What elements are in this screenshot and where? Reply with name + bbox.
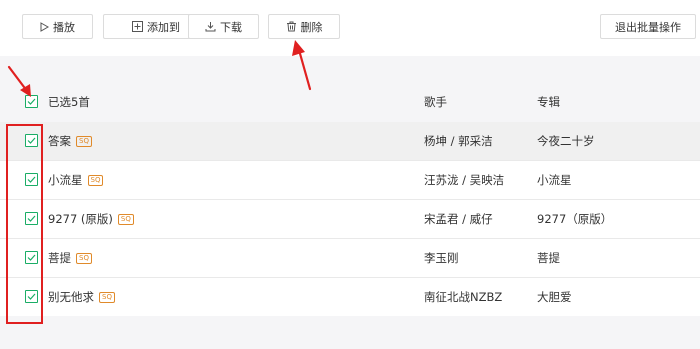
song-artist[interactable]: 李玉刚 — [424, 239, 459, 277]
song-artist[interactable]: 南征北战NZBZ — [424, 278, 502, 316]
table-row[interactable]: 别无他求 SQ 南征北战NZBZ 大胆爱 — [0, 278, 700, 316]
download-icon — [205, 21, 216, 32]
sq-badge: SQ — [87, 174, 104, 186]
sq-badge: SQ — [99, 291, 115, 303]
download-button[interactable]: 下载 — [188, 14, 259, 39]
sq-badge: SQ — [117, 213, 134, 225]
annotation-box — [6, 124, 43, 324]
song-album[interactable]: 大胆爱 — [537, 278, 572, 316]
song-album[interactable]: 9277（原版） — [537, 200, 612, 238]
add-to-label: 添加到 — [147, 20, 180, 34]
play-icon — [40, 21, 49, 32]
song-artist[interactable]: 宋孟君 / 威仔 — [424, 200, 493, 238]
table-row[interactable]: 9277 (原版) SQ 宋孟君 / 威仔 9277（原版） — [0, 200, 700, 238]
song-title: 9277 (原版) — [48, 212, 113, 226]
song-title: 答案 — [48, 134, 71, 148]
delete-button[interactable]: 删除 — [268, 14, 340, 39]
exit-batch-button[interactable]: 退出批量操作 — [600, 14, 696, 39]
table-row[interactable]: 答案 SQ 杨坤 / 郭采洁 今夜二十岁 — [0, 122, 700, 160]
song-title: 别无他求 — [48, 290, 94, 304]
delete-label: 删除 — [300, 20, 323, 34]
song-artist[interactable]: 杨坤 / 郭采洁 — [424, 122, 493, 160]
sq-badge: SQ — [76, 252, 92, 264]
album-column-header[interactable]: 专辑 — [537, 86, 560, 118]
trash-icon — [286, 21, 297, 32]
song-album[interactable]: 小流星 — [537, 161, 572, 199]
add-icon — [132, 21, 143, 32]
table-row[interactable]: 菩提 SQ 李玉刚 菩提 — [0, 239, 700, 277]
song-title: 菩提 — [48, 251, 71, 265]
song-album[interactable]: 今夜二十岁 — [537, 122, 595, 160]
play-button[interactable]: 播放 — [22, 14, 93, 39]
artist-column-header[interactable]: 歌手 — [424, 86, 447, 118]
selected-count: 已选5首 — [48, 95, 90, 109]
sq-badge: SQ — [76, 135, 92, 147]
exit-batch-label: 退出批量操作 — [615, 20, 681, 34]
song-album[interactable]: 菩提 — [537, 239, 560, 277]
song-artist[interactable]: 汪苏泷 / 吴映洁 — [424, 161, 504, 199]
table-row[interactable]: 小流星 SQ 汪苏泷 / 吴映洁 小流星 — [0, 161, 700, 199]
play-label: 播放 — [53, 20, 75, 34]
annotation-arrow-delete — [292, 40, 312, 91]
list-header: 已选5首 歌手 专辑 — [0, 86, 700, 118]
batch-toolbar: 播放 添加到 下载 删除 退出批量操作 — [0, 0, 700, 56]
annotation-arrow-select-all — [7, 65, 31, 97]
download-label: 下载 — [220, 20, 242, 34]
song-title: 小流星 — [48, 173, 83, 187]
